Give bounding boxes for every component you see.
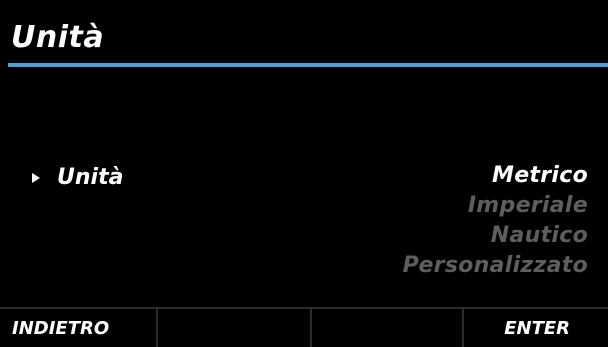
softkey-2[interactable] bbox=[158, 309, 312, 347]
device-screen: Unità Unità Metrico Imperiale Nautico Pe… bbox=[0, 0, 608, 347]
setting-row-units[interactable]: Unità bbox=[32, 162, 123, 192]
option-imperiale[interactable]: Imperiale bbox=[328, 191, 588, 221]
option-personalizzato[interactable]: Personalizzato bbox=[328, 251, 588, 281]
option-nautico[interactable]: Nautico bbox=[328, 221, 588, 251]
triangle-right-icon bbox=[32, 172, 40, 183]
screen-header: Unità bbox=[8, 14, 608, 66]
back-softkey[interactable]: INDIETRO bbox=[0, 309, 158, 347]
page-title: Unità bbox=[11, 20, 105, 55]
option-metrico[interactable]: Metrico bbox=[328, 161, 588, 191]
title-underline bbox=[8, 63, 608, 67]
setting-label: Unità bbox=[57, 164, 124, 190]
enter-softkey[interactable]: ENTER bbox=[464, 309, 608, 347]
units-option-list: Metrico Imperiale Nautico Personalizzato bbox=[328, 161, 588, 281]
softkey-bar: INDIETRO ENTER bbox=[0, 307, 608, 347]
softkey-3[interactable] bbox=[312, 309, 464, 347]
